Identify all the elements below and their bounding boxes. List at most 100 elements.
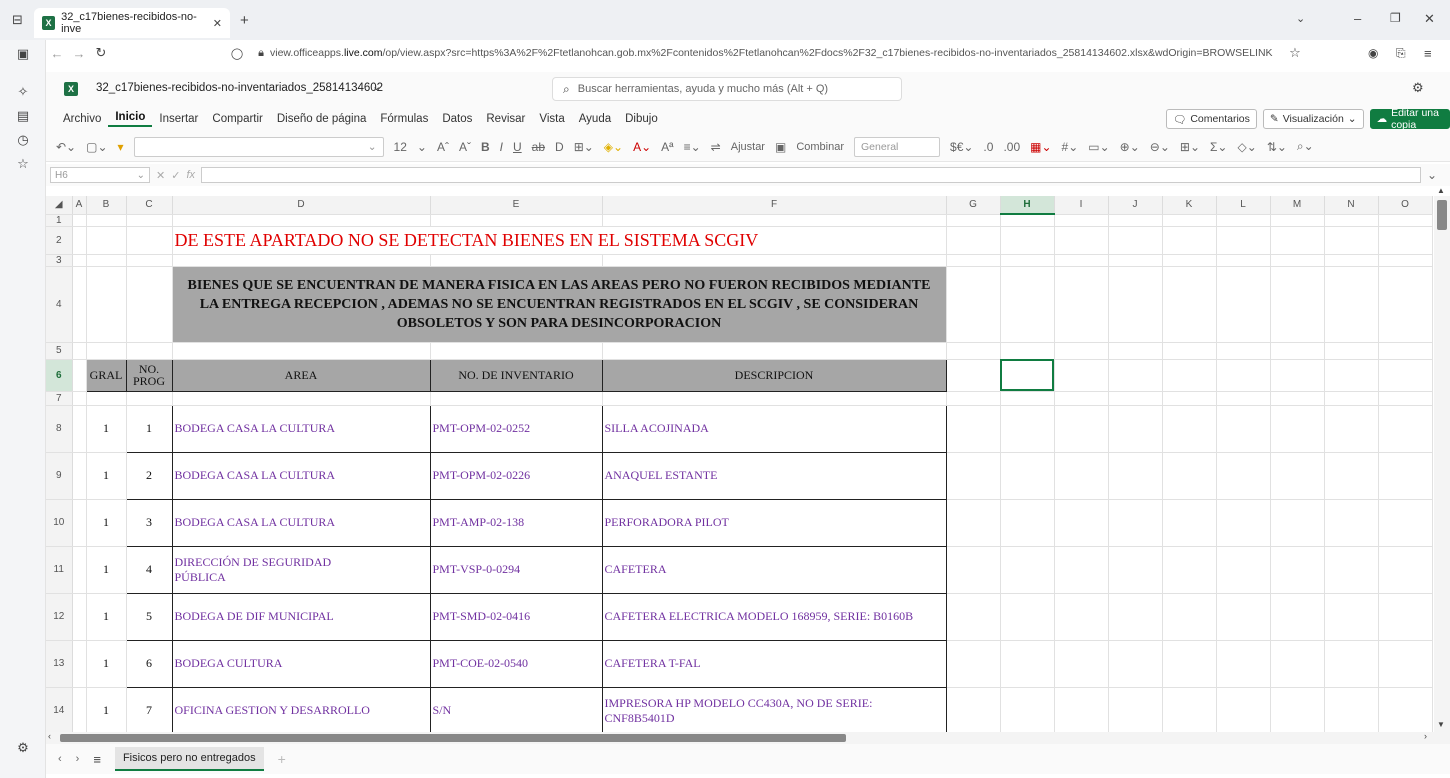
sidebar-toggle-icon[interactable]: ▣ xyxy=(13,44,33,64)
notice-text[interactable]: DE ESTE APARTADO NO SE DETECTAN BIENES E… xyxy=(172,226,947,255)
cell-gral[interactable]: 1 xyxy=(86,499,127,547)
cell-area[interactable]: BODEGA CASA LA CULTURA xyxy=(171,498,431,547)
cell-prog[interactable]: 3 xyxy=(125,498,173,547)
col-header-h[interactable]: H xyxy=(1000,196,1055,215)
wrap-text-label[interactable]: Ajustar xyxy=(731,141,765,153)
col-header-e[interactable]: E xyxy=(430,196,603,215)
col-header-c[interactable]: C xyxy=(126,196,173,215)
reload-icon[interactable]: ↻ xyxy=(90,45,112,61)
cell-gral[interactable]: 1 xyxy=(86,593,127,641)
row-header-6[interactable]: 6 xyxy=(46,359,73,392)
ai-icon[interactable]: ✧ xyxy=(13,82,33,102)
select-all-corner[interactable]: ◢ xyxy=(46,196,73,215)
shield-icon[interactable]: ◯ xyxy=(222,47,252,60)
function-icon[interactable]: fx xyxy=(186,169,195,181)
strikethrough-icon[interactable]: ab xyxy=(532,140,545,154)
font-color-icon[interactable]: A⌄ xyxy=(633,140,651,154)
col-header-l[interactable]: L xyxy=(1216,196,1271,215)
font-family-select[interactable]: ⌄ xyxy=(133,136,384,157)
cell-area[interactable]: BODEGA CULTURA xyxy=(171,639,431,688)
tab-inicio[interactable]: Inicio xyxy=(108,111,153,127)
tab-formulas[interactable]: Fórmulas xyxy=(373,113,435,125)
tab-archivo[interactable]: Archivo xyxy=(56,113,108,125)
back-icon[interactable]: ← xyxy=(46,46,68,61)
gear-icon[interactable]: ⚙ xyxy=(1412,80,1424,96)
cell-inventario[interactable]: PMT-AMP-02-138 xyxy=(429,498,603,547)
bold-icon[interactable]: B xyxy=(481,140,490,154)
row-header[interactable]: 11 xyxy=(46,546,73,594)
cancel-icon[interactable]: ✕ xyxy=(156,169,165,182)
merge-label[interactable]: Combinar xyxy=(796,141,844,153)
increase-decimal-icon[interactable]: .00 xyxy=(1003,140,1020,154)
wrap-text-icon[interactable]: ⇌ xyxy=(711,140,721,154)
row-header-4[interactable]: 4 xyxy=(46,266,73,343)
cell-descripcion[interactable]: CAFETERA xyxy=(601,545,947,594)
url-field[interactable]: view.officeapps.live.com/op/view.aspx?sr… xyxy=(270,47,1280,59)
col-header-d[interactable]: D xyxy=(172,196,431,215)
row-header[interactable]: 13 xyxy=(46,640,73,688)
col-header-n[interactable]: N xyxy=(1324,196,1379,215)
conditional-format-icon[interactable]: ▦⌄ xyxy=(1030,140,1051,154)
row-header-3[interactable]: 3 xyxy=(46,254,73,267)
cell-descripcion[interactable]: IMPRESORA HP MODELO CC430A, NO DE SERIE:… xyxy=(601,686,947,732)
tab-list-icon[interactable]: ⊟ xyxy=(12,12,23,28)
col-header-m[interactable]: M xyxy=(1270,196,1325,215)
tab-ayuda[interactable]: Ayuda xyxy=(572,113,618,125)
cell-descripcion[interactable]: ANAQUEL ESTANTE xyxy=(601,451,947,500)
row-header-1[interactable]: 1 xyxy=(46,214,73,227)
cell-gral[interactable]: 1 xyxy=(86,687,127,732)
bookmark-star-icon[interactable]: ☆ xyxy=(1280,45,1310,61)
undo-icon[interactable]: ↶⌄ xyxy=(56,140,76,154)
vertical-scrollbar[interactable] xyxy=(1434,196,1450,732)
delete-cells-icon[interactable]: ⊖⌄ xyxy=(1150,140,1170,154)
row-header[interactable]: 9 xyxy=(46,452,73,500)
account-icon[interactable]: ◉ xyxy=(1368,46,1378,60)
row-header[interactable]: 12 xyxy=(46,593,73,641)
col-header-o[interactable]: O xyxy=(1378,196,1433,215)
col-header-b[interactable]: B xyxy=(86,196,127,215)
menu-icon[interactable]: ≡ xyxy=(1424,46,1432,61)
restore-icon[interactable]: ❐ xyxy=(1390,11,1401,25)
align-icon[interactable]: ≡⌄ xyxy=(684,140,701,154)
cell-gral[interactable]: 1 xyxy=(86,452,127,500)
cell-area[interactable]: BODEGA CASA LA CULTURA xyxy=(171,451,431,500)
search-box[interactable]: ⌕ Buscar herramientas, ayuda y mucho más… xyxy=(552,77,902,101)
decrease-decimal-icon[interactable]: .0 xyxy=(983,140,993,154)
name-box[interactable]: H6 ⌄ xyxy=(50,167,150,183)
banner-text[interactable]: BIENES QUE SE ENCUENTRAN DE MANERA FISIC… xyxy=(172,266,947,343)
extensions-icon[interactable]: ⎘ xyxy=(1396,46,1406,61)
col-header-j[interactable]: J xyxy=(1108,196,1163,215)
cell-inventario[interactable]: PMT-OPM-02-0226 xyxy=(429,451,603,500)
row-header-5[interactable]: 5 xyxy=(46,342,73,360)
comments-button[interactable]: 🗨︎ Comentarios xyxy=(1166,109,1257,129)
table-format-icon[interactable]: #⌄ xyxy=(1062,140,1079,154)
close-window-icon[interactable]: ✕ xyxy=(1424,11,1435,27)
header-inventario[interactable]: NO. DE INVENTARIO xyxy=(429,358,603,392)
currency-icon[interactable]: $€⌄ xyxy=(950,140,973,154)
sheet-tab-fisicos[interactable]: Fisicos pero no entregados xyxy=(114,747,264,771)
history-icon[interactable]: ◷ xyxy=(13,130,33,150)
vertical-scroll-thumb[interactable] xyxy=(1437,200,1447,230)
selected-cell-h6[interactable] xyxy=(1000,359,1055,392)
confirm-icon[interactable]: ✓ xyxy=(171,169,180,182)
cell-inventario[interactable]: PMT-SMD-02-0416 xyxy=(429,592,603,641)
settings-icon[interactable]: ⚙ xyxy=(13,738,33,758)
cell-descripcion[interactable]: PERFORADORA PILOT xyxy=(601,498,947,547)
next-sheet-icon[interactable]: › xyxy=(76,753,80,765)
cell-prog[interactable]: 2 xyxy=(125,451,173,500)
minimize-icon[interactable]: – xyxy=(1354,11,1361,26)
tab-dropdown-icon[interactable]: ⌄ xyxy=(1296,12,1305,25)
spreadsheet-grid[interactable]: ◢ A B C D E F G H I J K L M N O 1 2 DE E… xyxy=(46,196,1434,732)
row-header-2[interactable]: 2 xyxy=(46,226,73,255)
sort-filter-icon[interactable]: ⇅⌄ xyxy=(1267,140,1287,154)
cell-inventario[interactable]: PMT-OPM-02-0252 xyxy=(429,404,603,453)
reading-list-icon[interactable]: ▤ xyxy=(13,106,33,126)
fill-color-icon[interactable]: ◈⌄ xyxy=(604,140,623,154)
new-tab-icon[interactable]: + xyxy=(240,12,249,29)
borders-icon[interactable]: ⊞⌄ xyxy=(574,140,594,154)
insert-cells-icon[interactable]: ⊕⌄ xyxy=(1120,140,1140,154)
tab-datos[interactable]: Datos xyxy=(435,113,479,125)
row-header[interactable]: 10 xyxy=(46,499,73,547)
cell-prog[interactable]: 6 xyxy=(125,639,173,688)
tab-revisar[interactable]: Revisar xyxy=(479,113,532,125)
